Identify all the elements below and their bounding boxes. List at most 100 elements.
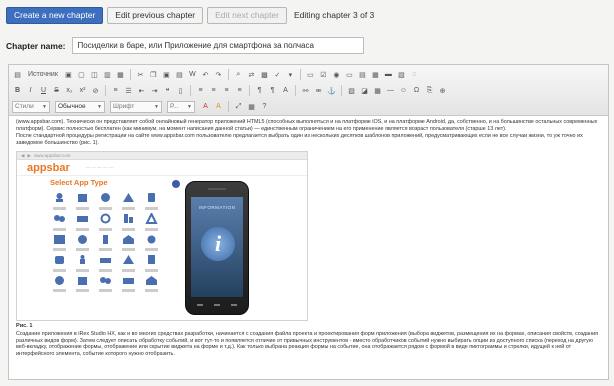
select-icon[interactable]: ▦: [370, 69, 381, 80]
bold-icon[interactable]: B: [12, 85, 23, 96]
app-type-icon: [122, 254, 135, 272]
imagebutton-icon[interactable]: ▧: [396, 69, 407, 80]
indent-icon[interactable]: ⇥: [149, 85, 160, 96]
toolbar-separator: [249, 85, 250, 96]
app-type-icon: [76, 254, 89, 272]
copy-icon[interactable]: ❐: [148, 69, 159, 80]
language-icon[interactable]: A: [280, 85, 291, 96]
format-select[interactable]: Обычное ▼: [55, 100, 105, 113]
chapter-nav-bar: Create a new chapter Edit previous chapt…: [6, 6, 374, 24]
toolbar-row-3: Стили ▼ Обычное ▼ Шрифт ▼ Р... ▼ A A ⤢ ▦ ?: [12, 99, 605, 114]
styles-select[interactable]: Стили ▼: [12, 100, 50, 113]
browser-back-icon: ◀: [21, 152, 25, 158]
app-type-icon: [53, 275, 66, 293]
scayt-icon[interactable]: ▾: [285, 69, 296, 80]
underline-icon[interactable]: U: [38, 85, 49, 96]
font-select-value: Шрифт: [113, 103, 135, 110]
app-type-icon: [145, 234, 158, 252]
pagebreak-icon[interactable]: ⎘: [424, 85, 435, 96]
image-icon[interactable]: ▧: [346, 85, 357, 96]
spellcheck-icon[interactable]: ✓: [272, 69, 283, 80]
toolbar-separator: [295, 85, 296, 96]
bulleted-list-icon[interactable]: ☰: [123, 85, 134, 96]
toolbar-separator: [105, 85, 106, 96]
paste-text-icon[interactable]: ▤: [174, 69, 185, 80]
paste-icon[interactable]: ▣: [161, 69, 172, 80]
preview-icon[interactable]: ◫: [89, 69, 100, 80]
superscript-icon[interactable]: x²: [77, 85, 88, 96]
toolbar-row-1: ▤ Источник ▣ ▢ ◫ ▥ ▦ ✂ ❐ ▣ ▤ W ↶ ↷ ⌕ ⇄ ▩…: [12, 67, 605, 82]
undo-icon[interactable]: ↶: [200, 69, 211, 80]
chevron-down-icon: ▼: [42, 103, 47, 110]
styles-select-value: Стили: [15, 103, 34, 110]
flash-icon[interactable]: ◪: [359, 85, 370, 96]
subscript-icon[interactable]: x₂: [64, 85, 75, 96]
select-all-icon[interactable]: ▩: [259, 69, 270, 80]
iframe-icon[interactable]: ⊕: [437, 85, 448, 96]
editor-toolbar: ▤ Источник ▣ ▢ ◫ ▥ ▦ ✂ ❐ ▣ ▤ W ↶ ↷ ⌕ ⇄ ▩…: [9, 65, 608, 116]
about-icon[interactable]: ?: [259, 101, 270, 112]
find-icon[interactable]: ⌕: [233, 69, 244, 80]
remove-format-icon[interactable]: ⊘: [90, 85, 101, 96]
div-icon[interactable]: ▯: [175, 85, 186, 96]
source-button[interactable]: Источник: [25, 69, 61, 80]
smartphone-image: INFORMATION i: [185, 181, 249, 316]
toolbar-separator: [299, 69, 301, 80]
editor-content[interactable]: (www.appsbar.com). Технически он предста…: [9, 116, 608, 361]
table-icon[interactable]: ▦: [372, 85, 383, 96]
app-type-icon-grid: [53, 192, 158, 293]
form-icon[interactable]: ▭: [305, 69, 316, 80]
hiddenfield-icon[interactable]: ◌: [409, 69, 420, 80]
font-select[interactable]: Шрифт ▼: [110, 100, 162, 113]
save-icon[interactable]: ▣: [63, 69, 74, 80]
chevron-down-icon: ▼: [154, 103, 159, 110]
replace-icon[interactable]: ⇄: [246, 69, 257, 80]
textarea-icon[interactable]: ▤: [357, 69, 368, 80]
special-char-icon[interactable]: Ω: [411, 85, 422, 96]
align-justify-icon[interactable]: ≡: [234, 85, 245, 96]
italic-icon[interactable]: I: [25, 85, 36, 96]
app-type-icon: [122, 213, 135, 231]
app-type-icon: [145, 254, 158, 272]
radio-icon[interactable]: ◉: [331, 69, 342, 80]
blockquote-icon[interactable]: ❝: [162, 85, 173, 96]
edit-next-chapter-button: Edit next chapter: [207, 6, 287, 24]
ltr-icon[interactable]: ¶: [254, 85, 265, 96]
app-type-icon: [122, 275, 135, 293]
textfield-icon[interactable]: ▭: [344, 69, 355, 80]
text-color-icon[interactable]: A: [200, 101, 211, 112]
link-icon[interactable]: ⚯: [300, 85, 311, 96]
show-blocks-icon[interactable]: ▦: [246, 101, 257, 112]
paste-word-icon[interactable]: W: [187, 69, 198, 80]
edit-previous-chapter-button[interactable]: Edit previous chapter: [107, 6, 204, 24]
smiley-icon[interactable]: ☺: [398, 85, 409, 96]
numbered-list-icon[interactable]: ≡: [110, 85, 121, 96]
paragraph-1: (www.appsbar.com). Технически он предста…: [16, 119, 598, 132]
phone-screen-label: INFORMATION: [198, 205, 236, 211]
new-page-icon[interactable]: ▢: [76, 69, 87, 80]
app-type-icon: [53, 234, 66, 252]
print-icon[interactable]: ▥: [102, 69, 113, 80]
create-chapter-button[interactable]: Create a new chapter: [6, 6, 104, 24]
align-right-icon[interactable]: ≡: [221, 85, 232, 96]
outdent-icon[interactable]: ⇤: [136, 85, 147, 96]
chapter-name-input[interactable]: Посиделки в баре, или Приложение для сма…: [71, 37, 364, 54]
unlink-icon[interactable]: ⚮: [313, 85, 324, 96]
hr-icon[interactable]: ―: [385, 85, 396, 96]
app-type-icon: [99, 275, 112, 293]
templates-icon[interactable]: ▦: [115, 69, 126, 80]
button-icon[interactable]: ▬: [383, 69, 394, 80]
app-type-icon: [122, 192, 135, 210]
strike-icon[interactable]: S: [51, 85, 62, 96]
align-center-icon[interactable]: ≡: [208, 85, 219, 96]
size-select[interactable]: Р... ▼: [167, 100, 195, 113]
checkbox-icon[interactable]: ☑: [318, 69, 329, 80]
maximize-icon[interactable]: ⤢: [233, 101, 244, 112]
anchor-icon[interactable]: ⚓: [326, 85, 337, 96]
paragraph-3: Создание приложения в iRex Studio HX, ка…: [16, 330, 599, 357]
cut-icon[interactable]: ✂: [135, 69, 146, 80]
bg-color-icon[interactable]: A: [213, 101, 224, 112]
rtl-icon[interactable]: ¶: [267, 85, 278, 96]
redo-icon[interactable]: ↷: [213, 69, 224, 80]
align-left-icon[interactable]: ≡: [195, 85, 206, 96]
